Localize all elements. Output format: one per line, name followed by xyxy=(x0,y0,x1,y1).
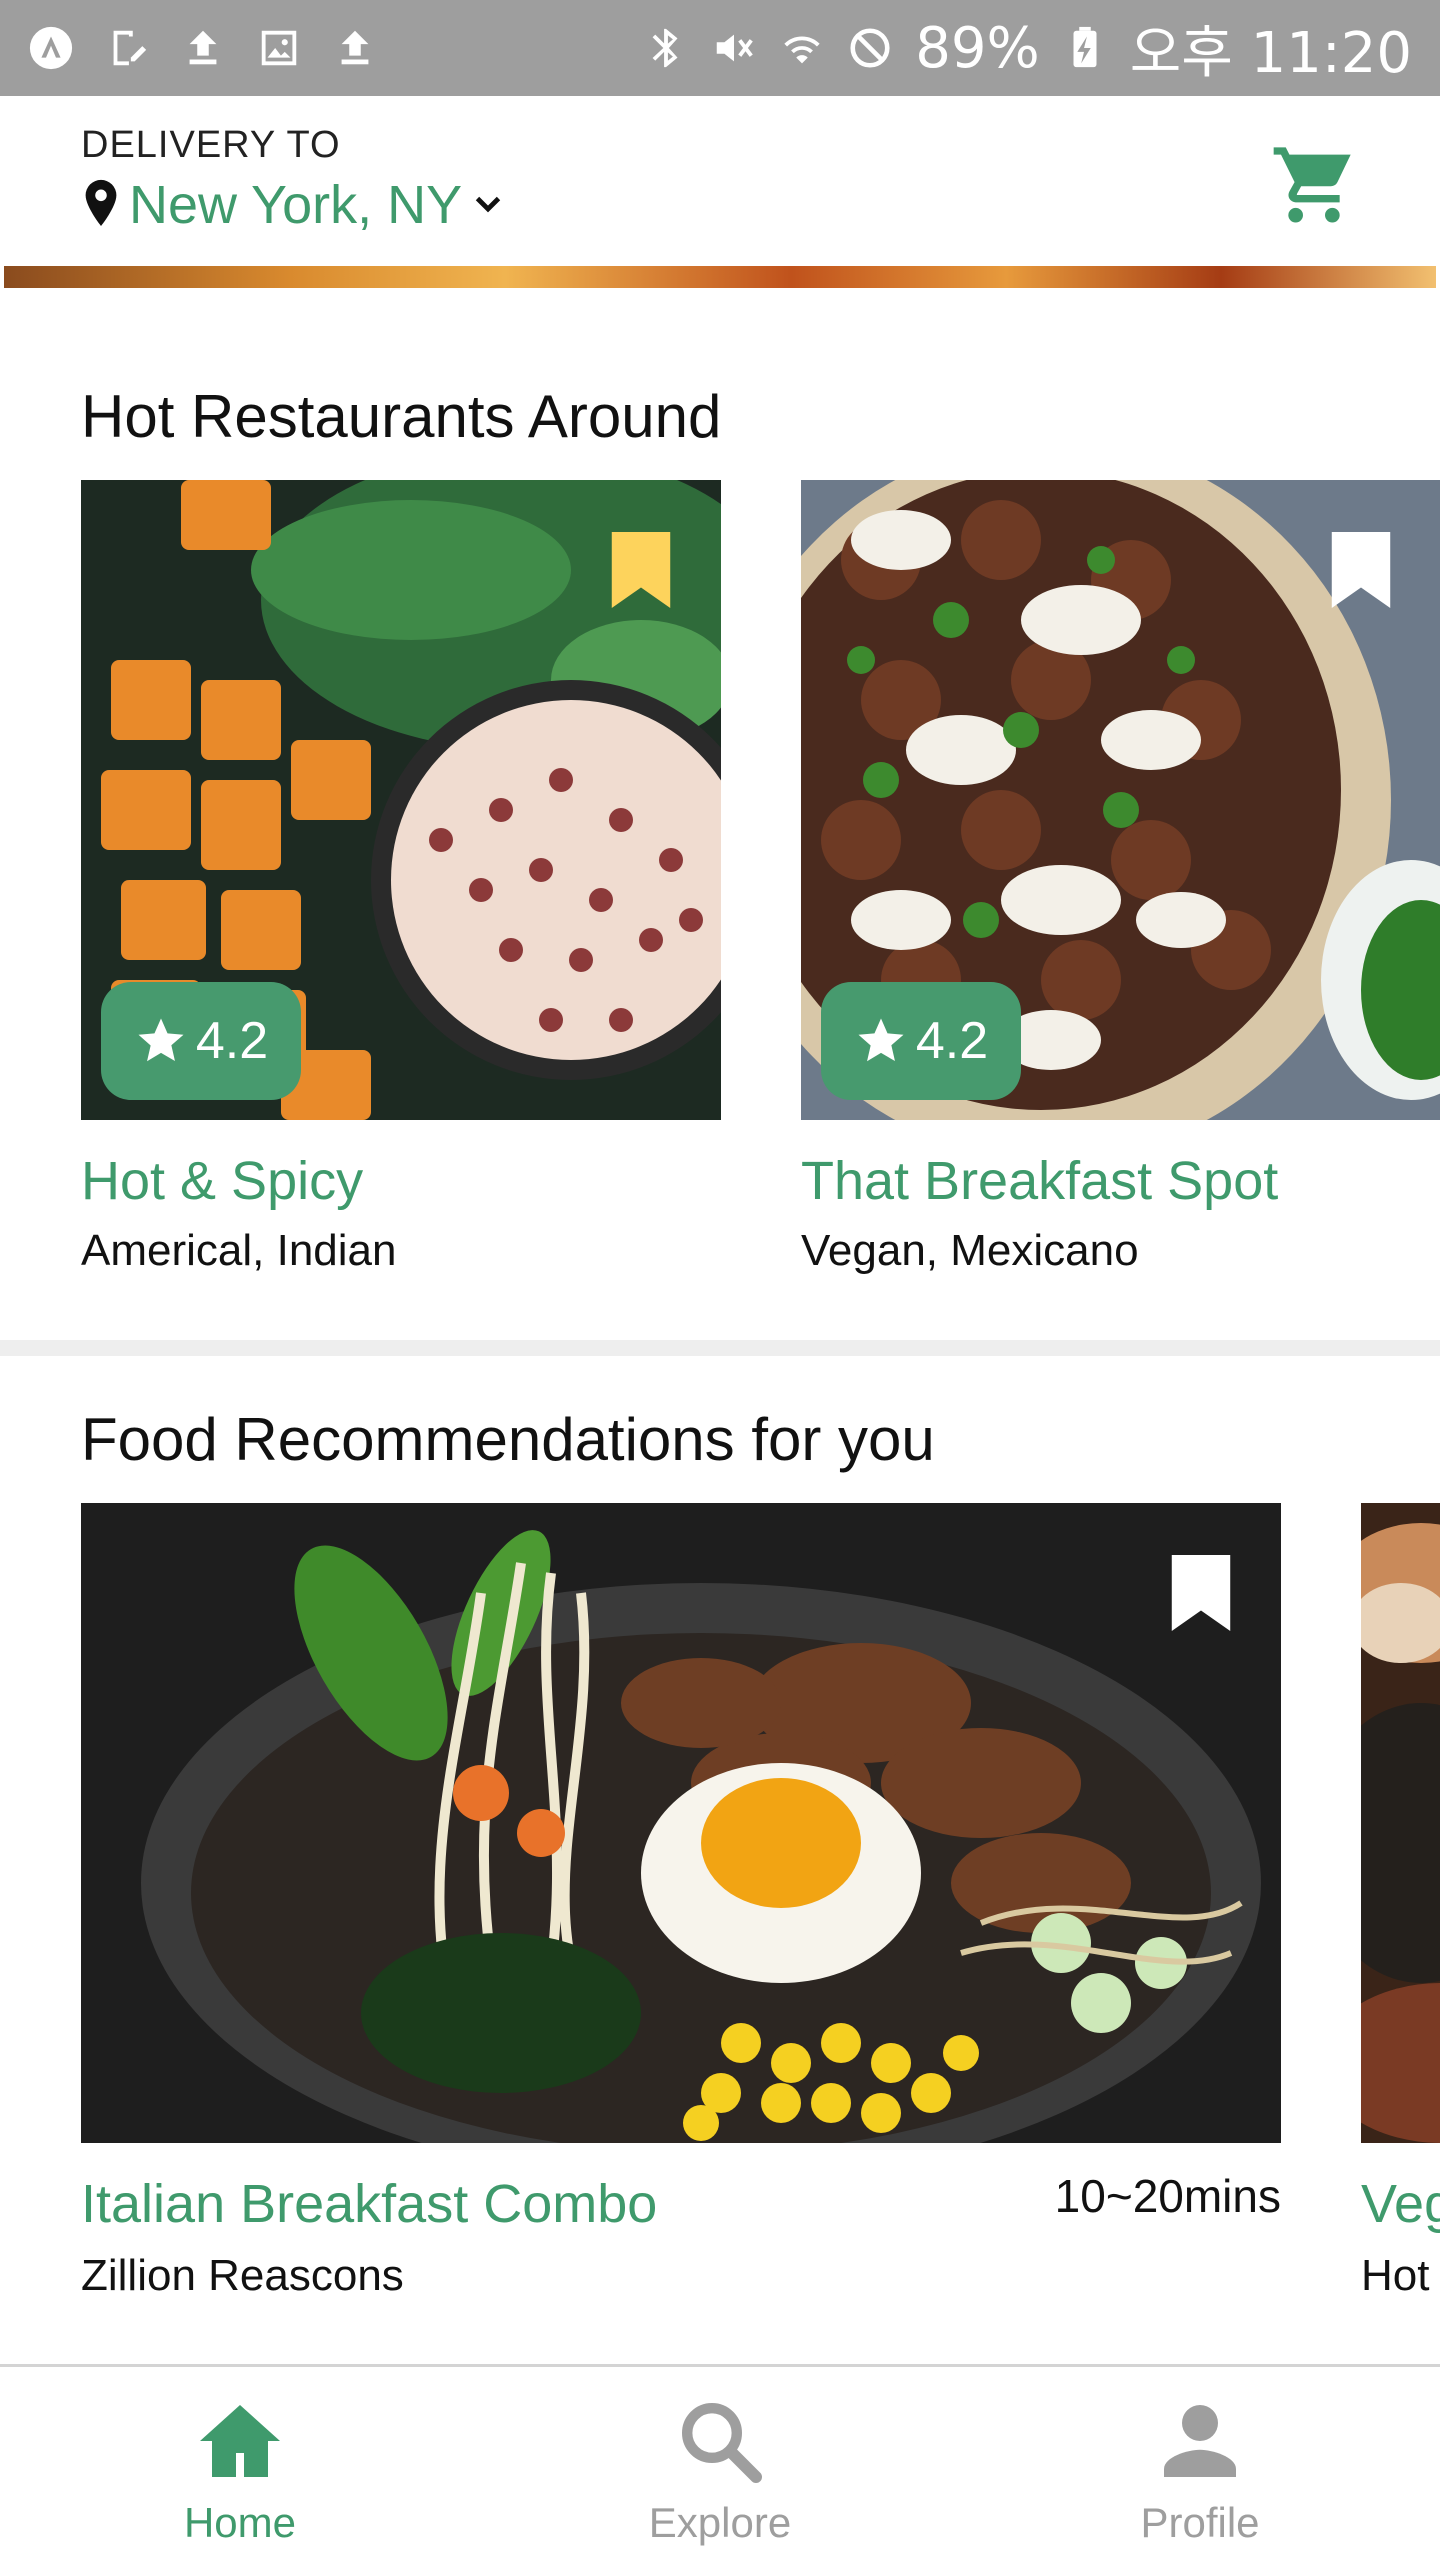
section-divider xyxy=(0,1340,1440,1356)
mute-icon xyxy=(711,25,757,71)
edit-icon xyxy=(104,25,150,71)
search-icon xyxy=(682,2403,762,2483)
location-selector[interactable]: New York, NY xyxy=(81,174,506,236)
status-bar-right: 89% 오후 11:20 xyxy=(643,8,1412,89)
bookmark-icon xyxy=(1331,532,1391,608)
hot-restaurants-carousel[interactable]: 4.2 Hot & Spicy Americal, Indian 4.2 Tha… xyxy=(81,480,1440,1300)
rating-badge: 4.2 xyxy=(101,982,301,1100)
bookmark-button[interactable] xyxy=(1171,1555,1231,1631)
bookmark-icon xyxy=(611,532,671,608)
food-photo xyxy=(81,1503,1281,2143)
chevron-down-icon xyxy=(470,185,506,226)
star-icon xyxy=(858,1018,904,1062)
app-header: DELIVERY TO New York, NY xyxy=(0,96,1440,266)
food-photo xyxy=(1361,1503,1440,2143)
delivery-label: DELIVERY TO xyxy=(81,124,341,166)
restaurant-cuisine: Vegan, Mexicano xyxy=(801,1226,1139,1275)
food-card[interactable]: Italian Breakfast Combo 10~20mins Zillio… xyxy=(81,1503,1281,2300)
delivery-time: 10~20mins xyxy=(1054,2170,1281,2222)
hot-restaurants-title: Hot Restaurants Around xyxy=(81,383,722,450)
restaurant-card[interactable]: 4.2 That Breakfast Spot Vegan, Mexicano xyxy=(801,480,1440,1276)
upload-icon xyxy=(332,25,378,71)
wifi-icon xyxy=(779,25,825,71)
rating-value: 4.2 xyxy=(195,1012,269,1070)
nav-profile-label: Profile xyxy=(1140,2499,1260,2546)
nav-profile[interactable]: Profile xyxy=(960,2367,1440,2560)
status-bar: 89% 오후 11:20 xyxy=(0,0,1440,96)
bookmark-button[interactable] xyxy=(611,532,671,608)
image-icon xyxy=(256,25,302,71)
restaurant-name[interactable]: Hot & Spicy xyxy=(81,1150,721,1212)
food-restaurant: Hot xyxy=(1361,2251,1430,2300)
nav-explore[interactable]: Explore xyxy=(480,2367,960,2560)
nav-home-label: Home xyxy=(183,2499,297,2546)
star-icon xyxy=(138,1018,184,1062)
restaurant-card[interactable]: 4.2 Hot & Spicy Americal, Indian xyxy=(81,480,721,1276)
status-bar-left xyxy=(28,25,378,71)
nav-explore-label: Explore xyxy=(648,2499,792,2546)
food-name[interactable]: Veg xyxy=(1361,2173,1440,2235)
food-card[interactable]: Veg Hot xyxy=(1361,1503,1440,2300)
person-icon xyxy=(1164,2405,1236,2477)
food-image xyxy=(81,1503,1281,2143)
nav-home[interactable]: Home xyxy=(0,2367,480,2560)
food-name[interactable]: Italian Breakfast Combo xyxy=(81,2173,657,2235)
rating-badge: 4.2 xyxy=(821,982,1021,1100)
app-icon xyxy=(28,25,74,71)
clock: 오후 11:20 xyxy=(1129,20,1412,86)
battery-charging-icon xyxy=(1062,25,1108,71)
cart-icon xyxy=(1273,147,1351,223)
bookmark-icon xyxy=(1171,1555,1231,1631)
bookmark-button[interactable] xyxy=(1331,532,1391,608)
promo-banner[interactable] xyxy=(4,266,1436,288)
restaurant-cuisine: Americal, Indian xyxy=(81,1226,397,1275)
location-pin-icon xyxy=(81,178,121,233)
upload-icon xyxy=(180,25,226,71)
restaurant-name[interactable]: That Breakfast Spot xyxy=(801,1150,1440,1212)
restaurant-image: 4.2 xyxy=(801,480,1440,1120)
bottom-navigation: Home Explore Profile xyxy=(0,2364,1440,2560)
location-name: New York, NY xyxy=(129,175,463,235)
bluetooth-icon xyxy=(643,25,689,71)
do-not-disturb-icon xyxy=(847,25,893,71)
food-recommendations-title: Food Recommendations for you xyxy=(81,1406,935,1473)
battery-percentage: 89% xyxy=(915,15,1040,81)
home-icon xyxy=(200,2405,280,2477)
food-recommendations-carousel[interactable]: Italian Breakfast Combo 10~20mins Zillio… xyxy=(81,1503,1440,2303)
restaurant-image: 4.2 xyxy=(81,480,721,1120)
food-image xyxy=(1361,1503,1440,2143)
food-restaurant: Zillion Reascons xyxy=(81,2251,404,2300)
rating-value: 4.2 xyxy=(915,1012,989,1070)
cart-button[interactable] xyxy=(1270,140,1358,228)
